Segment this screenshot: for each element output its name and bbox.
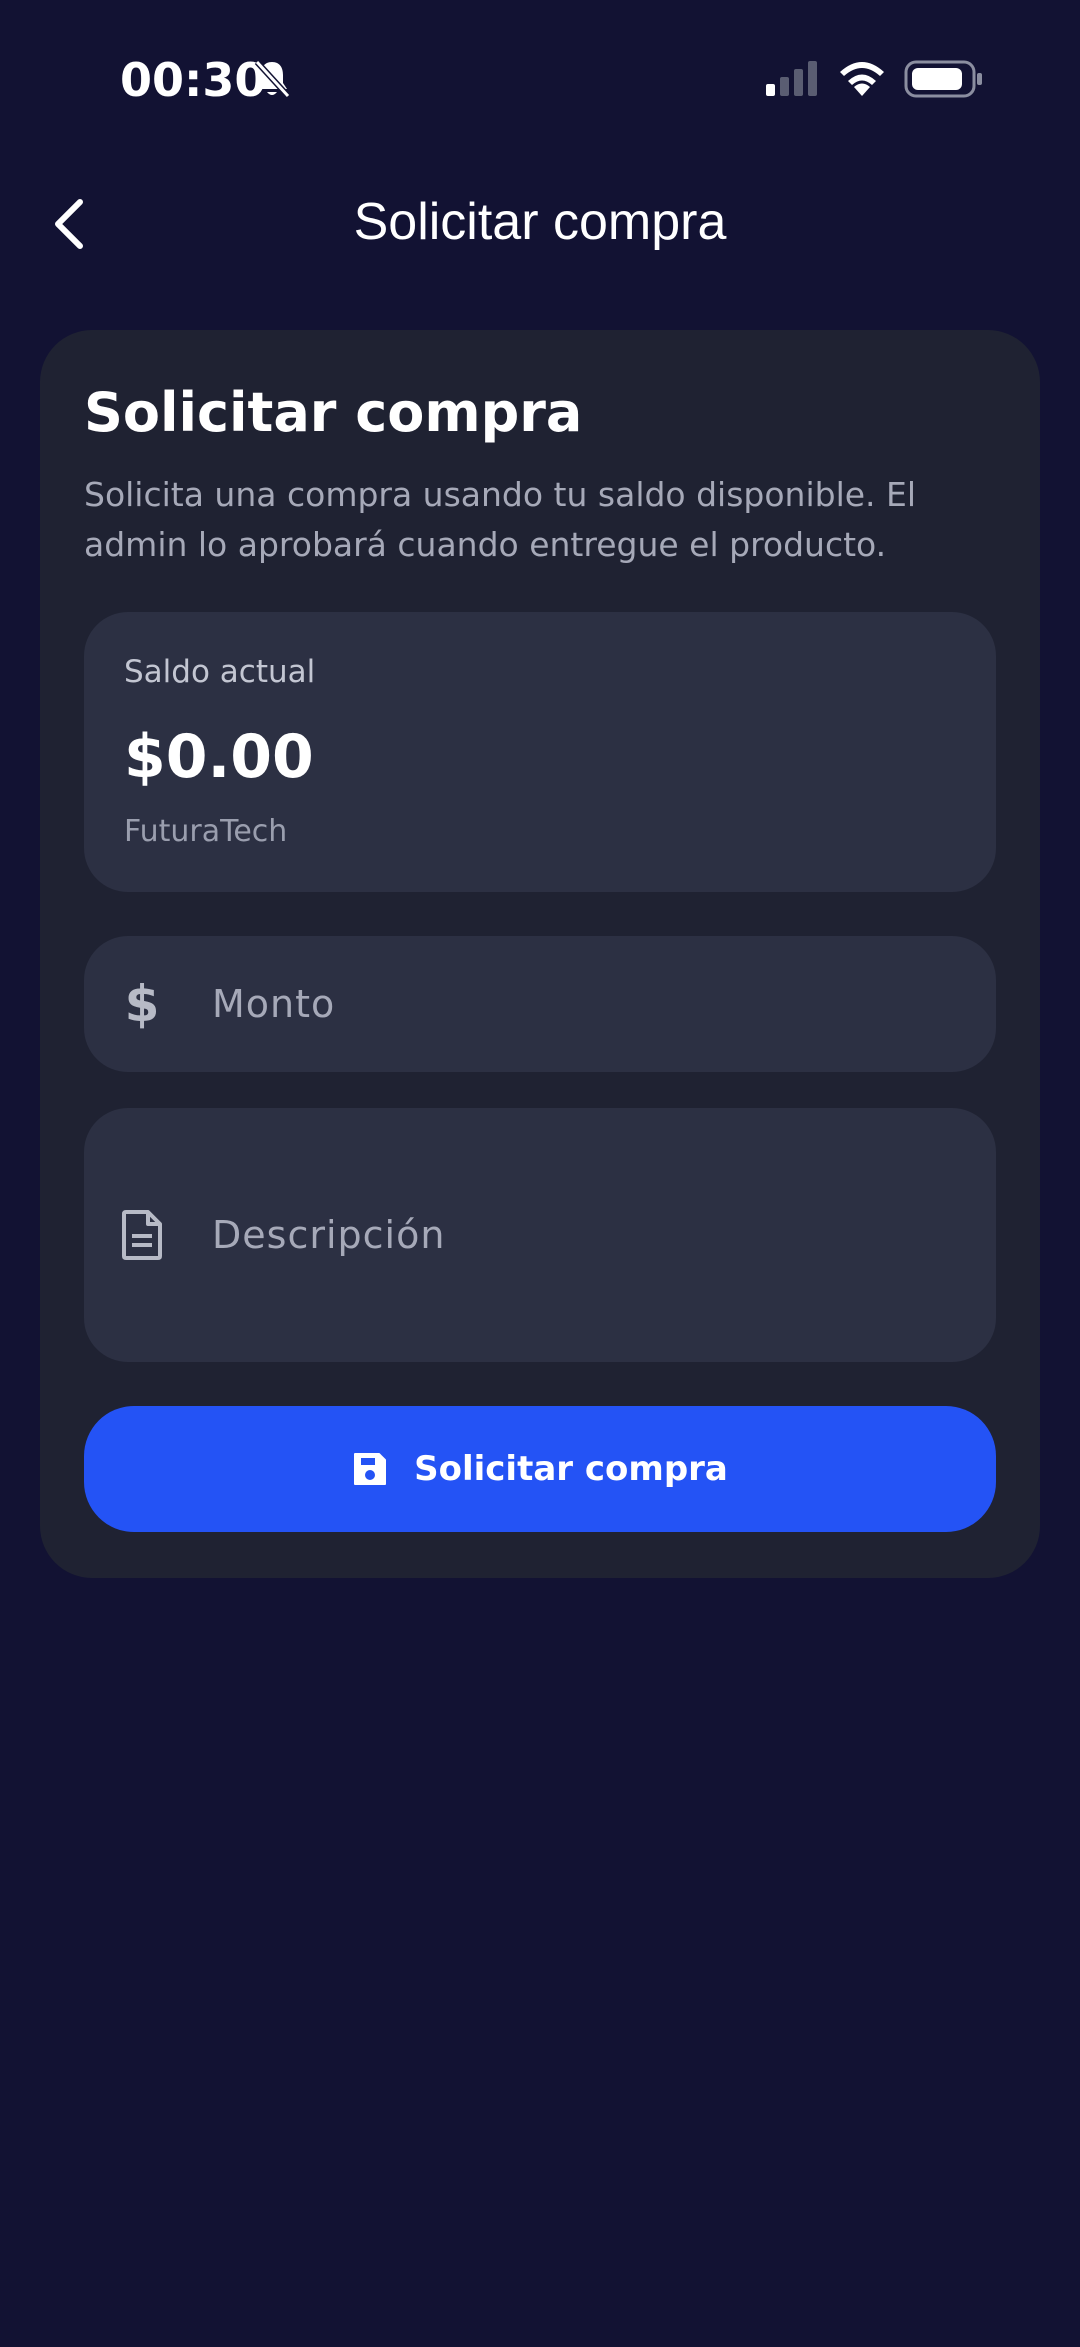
battery-icon (904, 60, 982, 98)
description-placeholder: Descripción (212, 1213, 446, 1257)
card-title: Solicitar compra (84, 381, 583, 444)
dollar-icon: $ (124, 975, 160, 1033)
description-input[interactable]: Descripción (84, 1108, 996, 1362)
purchase-request-card: Solicitar compra Solicita una compra usa… (40, 330, 1040, 1578)
submit-purchase-button[interactable]: Solicitar compra (84, 1406, 996, 1532)
bell-off-icon (254, 59, 291, 99)
card-description: Solicita una compra usando tu saldo disp… (84, 475, 917, 564)
app-header: Solicitar compra (0, 180, 1080, 264)
amount-input[interactable]: $ Monto (84, 936, 996, 1072)
page-title: Solicitar compra (353, 193, 727, 251)
save-icon (354, 1453, 387, 1485)
balance-label: Saldo actual (124, 654, 316, 690)
status-time: 00:30 (120, 53, 267, 107)
balance-box: Saldo actual $0.00 FuturaTech (84, 612, 996, 892)
balance-company: FuturaTech (124, 814, 288, 849)
signal-icon (766, 61, 817, 96)
status-bar: 00:30 (0, 0, 1080, 150)
submit-label: Solicitar compra (414, 1449, 728, 1489)
balance-value: $0.00 (124, 722, 314, 792)
wifi-icon (840, 62, 884, 96)
document-icon (122, 1210, 162, 1260)
amount-placeholder: Monto (212, 982, 336, 1026)
